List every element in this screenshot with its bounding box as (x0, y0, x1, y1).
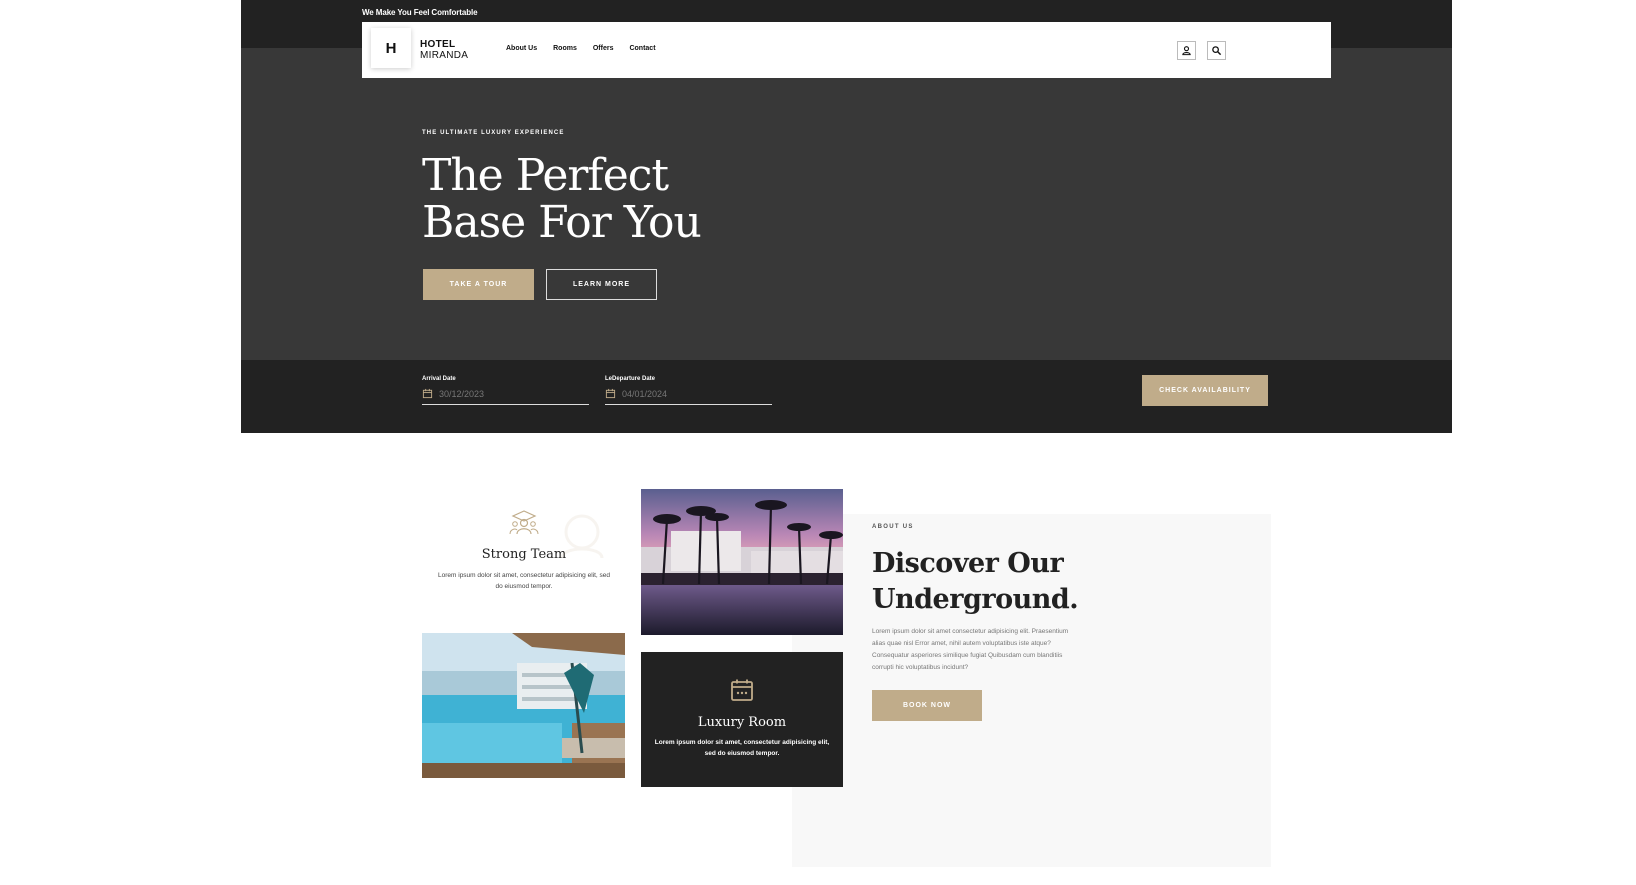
logo[interactable]: H (371, 28, 411, 68)
hero-section: We Make You Feel Comfortable H HOTEL MIR… (241, 0, 1452, 433)
hero-title: The Perfect Base For You (422, 152, 842, 246)
hero-eyebrow: THE ULTIMATE LUXURY EXPERIENCE (422, 130, 565, 136)
about-eyebrow: ABOUT US (872, 524, 914, 530)
brand-name[interactable]: HOTEL MIRANDA (420, 39, 468, 61)
team-icon (509, 510, 539, 535)
departure-date-input[interactable]: 04/01/2024 (605, 387, 772, 405)
calendar-icon (731, 679, 753, 701)
strong-team-card: Strong Team Lorem ipsum dolor sit amet, … (422, 490, 626, 626)
about-title-line-2: Underground. (872, 584, 1079, 615)
about-text: Lorem ipsum dolor sit amet consectetur a… (872, 628, 1069, 671)
departure-date-value: 04/01/2024 (622, 388, 668, 399)
luxury-room-text: Lorem ipsum dolor sit amet, consectetur … (654, 739, 830, 757)
hero-title-line-2: Base For You (422, 197, 702, 248)
take-a-tour-button[interactable]: TAKE A TOUR (423, 269, 534, 300)
book-now-button[interactable]: BOOK NOW (872, 690, 982, 721)
user-button[interactable] (1177, 41, 1196, 60)
calendar-icon (605, 388, 616, 399)
user-icon (1182, 46, 1191, 56)
departure-date-field: LeDeparture Date 04/01/2024 (605, 376, 772, 405)
brand-line-1: HOTEL (420, 39, 456, 50)
page: We Make You Feel Comfortable H HOTEL MIR… (0, 0, 1636, 885)
strong-team-text: Lorem ipsum dolor sit amet, consectetur … (438, 572, 610, 590)
arrival-date-value: 30/12/2023 (439, 388, 485, 399)
team-watermark-icon (560, 514, 604, 559)
about-title-line-1: Discover Our (872, 548, 1064, 579)
luxury-room-title: Luxury Room (697, 715, 787, 730)
arrival-date-label: Arrival Date (422, 376, 456, 382)
arrival-date-field: Arrival Date 30/12/2023 (422, 376, 589, 405)
main-nav: About Us Rooms Offers Contact (506, 45, 656, 52)
arrival-date-input[interactable]: 30/12/2023 (422, 387, 589, 405)
nav-item-about-us[interactable]: About Us (506, 45, 537, 52)
resort-dusk-illustration (641, 489, 843, 635)
search-icon (1212, 46, 1222, 56)
nav-item-offers[interactable]: Offers (593, 45, 614, 52)
hero-title-line-1: The Perfect (422, 150, 669, 201)
nav-item-rooms[interactable]: Rooms (553, 45, 577, 52)
navbar: H HOTEL MIRANDA About Us Rooms Offers Co… (362, 22, 1331, 78)
departure-date-label: LeDeparture Date (605, 376, 656, 382)
luxury-room-card: Luxury Room Lorem ipsum dolor sit amet, … (641, 652, 843, 787)
top-tagline: We Make You Feel Comfortable (362, 8, 478, 17)
about-title: Discover Our Underground. (872, 546, 1132, 618)
nav-item-contact[interactable]: Contact (629, 45, 655, 52)
search-button[interactable] (1207, 41, 1226, 60)
resort-pool-dusk-image (641, 489, 843, 635)
check-availability-button[interactable]: CHECK AVAILABILITY (1142, 375, 1268, 406)
learn-more-button[interactable]: LEARN MORE (546, 269, 657, 300)
brand-line-2: MIRANDA (420, 50, 469, 61)
infinity-pool-image (422, 633, 625, 778)
calendar-icon (422, 388, 433, 399)
infinity-pool-illustration (422, 633, 625, 778)
